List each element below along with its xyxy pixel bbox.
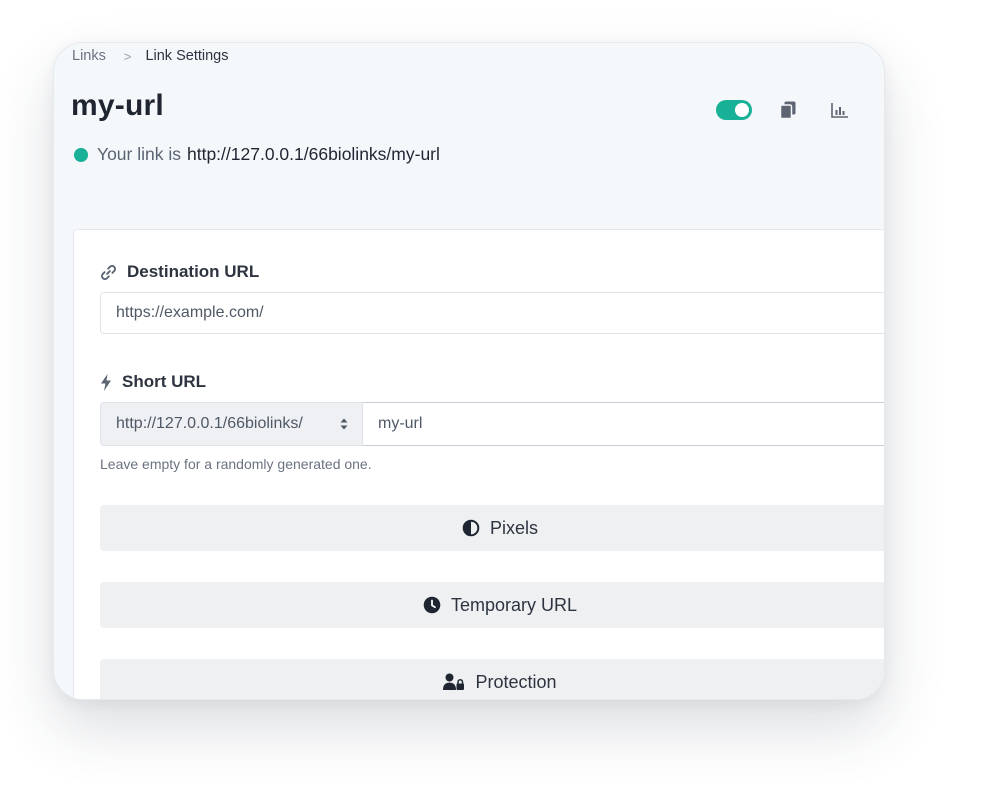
toggle-knob [735,103,749,117]
link-status: Your link is http://127.0.0.1/66biolinks… [74,144,440,165]
temporary-url-section-button[interactable]: Temporary URL [100,582,884,628]
link-status-toggle[interactable] [716,100,752,120]
domain-prefix-value: http://127.0.0.1/66biolinks/ [116,415,303,432]
protection-section-label: Protection [475,671,557,692]
breadcrumb-links[interactable]: Links [72,48,106,64]
destination-url-input[interactable]: https://example.com/ [100,292,884,334]
pixels-section-label: Pixels [489,517,538,538]
bolt-icon [100,373,112,391]
destination-url-label-text: Destination URL [127,262,260,281]
bar-chart-icon[interactable] [831,102,849,118]
short-url-input[interactable]: my-url [363,402,884,446]
app-window: Links > Link Settings my-url Your link i… [53,42,885,700]
page-title: my-url [71,89,164,122]
link-settings-form: Destination URL https://example.com/ Sho… [73,229,884,699]
pixels-section-button[interactable]: Pixels [100,505,884,551]
destination-url-label: Destination URL [100,262,259,282]
breadcrumb-separator: > [123,48,132,64]
clock-icon [423,596,441,614]
domain-prefix-select[interactable]: http://127.0.0.1/66biolinks/ [100,402,363,446]
short-url-label-text: Short URL [122,372,207,391]
link-status-url[interactable]: http://127.0.0.1/66biolinks/my-url [187,144,440,165]
protection-section-button[interactable]: Protection [100,659,884,699]
link-status-label: Your link is [97,144,181,164]
short-url-help: Leave empty for a randomly generated one… [100,456,372,472]
status-dot [74,147,88,162]
breadcrumb-current: Link Settings [145,48,229,64]
temporary-url-section-label: Temporary URL [450,594,578,615]
select-arrows-icon [339,416,349,437]
short-url-label: Short URL [100,372,206,392]
link-icon [100,264,117,281]
adjust-icon [462,519,480,537]
header-actions [716,100,849,120]
user-lock-icon [443,673,465,691]
breadcrumb: Links > Link Settings [72,48,228,64]
copy-icon[interactable] [780,101,796,119]
